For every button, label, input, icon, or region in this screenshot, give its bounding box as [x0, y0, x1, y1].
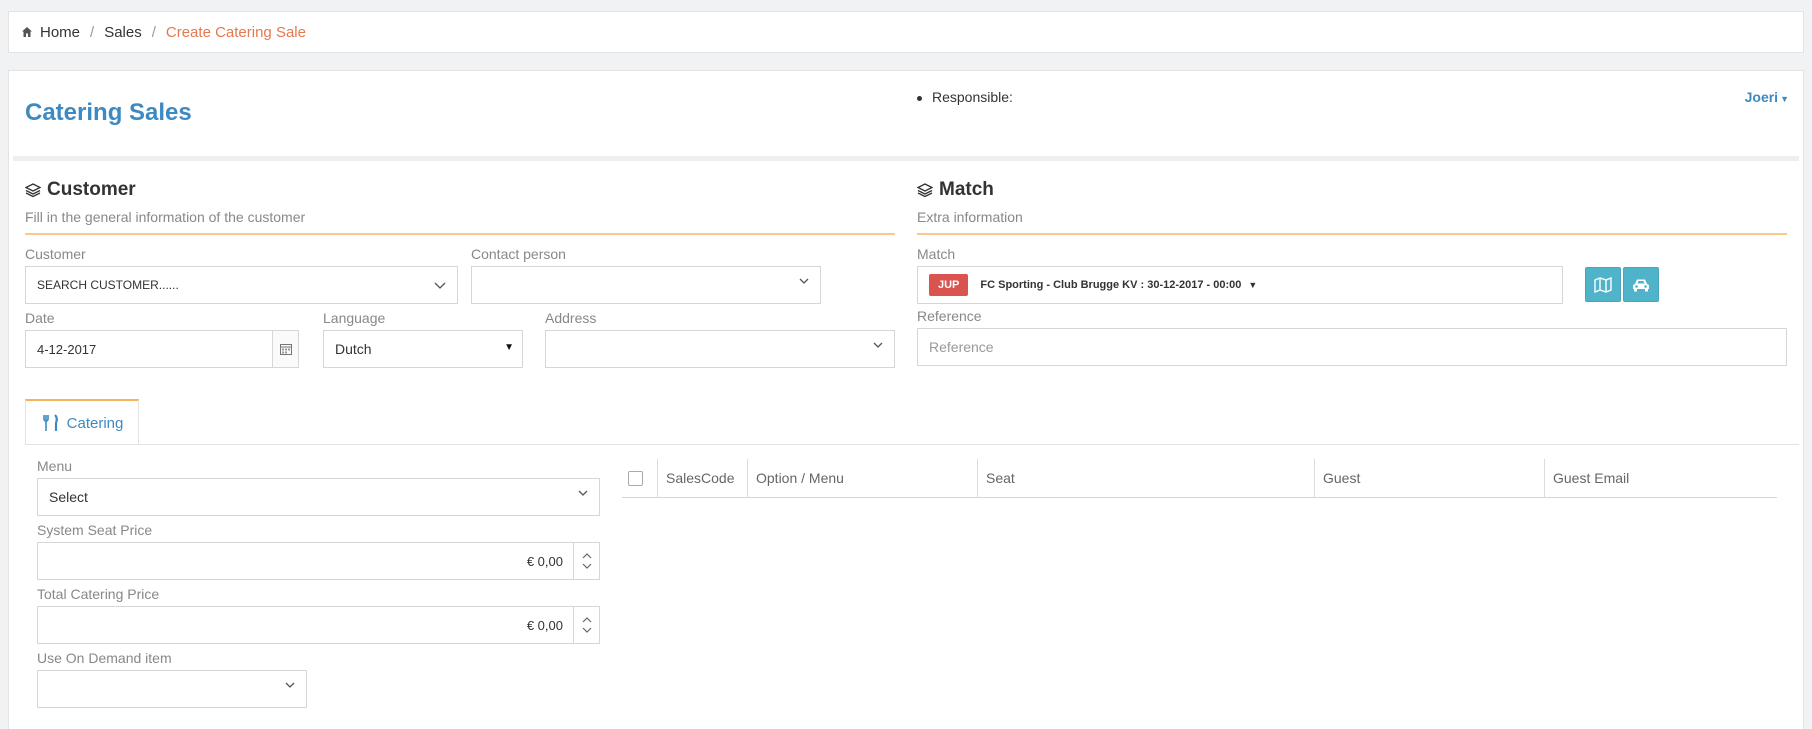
calendar-button[interactable]	[272, 331, 298, 367]
user-name: Joeri	[1744, 89, 1779, 105]
match-select[interactable]: JUP FC Sporting - Club Brugge KV : 30-12…	[917, 266, 1563, 304]
language-value: Dutch	[335, 341, 372, 357]
menu-value: Select	[49, 489, 88, 505]
match-section-subtitle: Extra information	[917, 209, 1023, 225]
chevron-down-icon	[799, 278, 809, 284]
contact-person-select[interactable]	[471, 266, 821, 304]
customer-section-title: Customer	[25, 179, 136, 201]
match-section-title: Match	[917, 179, 994, 201]
match-badge: JUP	[929, 274, 969, 296]
tab-catering-label: Catering	[66, 414, 124, 432]
system-seat-price-input[interactable]: € 0,00	[37, 542, 600, 580]
select-all-checkbox[interactable]	[628, 470, 643, 486]
contact-person-label: Contact person	[471, 246, 566, 262]
on-demand-select[interactable]	[37, 670, 307, 708]
car-icon	[1633, 279, 1649, 291]
tab-divider	[25, 444, 1799, 445]
customer-section-subtitle: Fill in the general information of the c…	[25, 209, 306, 225]
breadcrumb-separator: /	[90, 23, 95, 41]
sales-table-header: SalesCode Option / Menu Seat Guest Guest…	[622, 459, 1777, 498]
address-select[interactable]	[545, 330, 895, 368]
layers-icon	[25, 183, 41, 198]
chevron-down-icon	[582, 563, 591, 569]
match-value: FC Sporting - Club Brugge KV : 30-12-201…	[980, 279, 1242, 291]
column-header-seat[interactable]: Seat	[977, 459, 1314, 497]
cutlery-icon	[42, 414, 58, 431]
breadcrumb-separator: /	[151, 23, 156, 41]
layers-icon	[917, 183, 933, 198]
car-button[interactable]	[1623, 267, 1659, 302]
match-label: Match	[917, 246, 956, 262]
bullet-icon	[917, 95, 922, 101]
breadcrumb-sales-link[interactable]: Sales	[104, 24, 142, 41]
system-seat-price-value: € 0,00	[526, 553, 563, 569]
chevron-down-icon	[578, 490, 588, 496]
section-underline	[25, 233, 895, 235]
tab-catering[interactable]: Catering	[25, 399, 139, 445]
caret-down-icon: ▼	[1780, 94, 1789, 104]
reference-label: Reference	[917, 308, 982, 324]
user-menu[interactable]: Joeri ▼	[1745, 89, 1789, 105]
caret-down-icon: ▼	[504, 342, 514, 353]
customer-section-heading: Customer	[47, 179, 136, 200]
language-label: Language	[323, 310, 386, 326]
menu-label: Menu	[37, 458, 73, 474]
chevron-down-icon	[285, 682, 295, 688]
column-header-guest-email[interactable]: Guest Email	[1544, 459, 1777, 497]
divider	[13, 156, 1799, 161]
system-seat-price-label: System Seat Price	[37, 522, 153, 538]
total-catering-price-value: € 0,00	[526, 617, 563, 633]
total-catering-price-input[interactable]: € 0,00	[37, 606, 600, 644]
language-select[interactable]: Dutch ▼	[323, 330, 523, 368]
map-button[interactable]	[1585, 267, 1621, 302]
caret-down-icon: ▼	[1248, 280, 1258, 290]
customer-select-value: SEARCH CUSTOMER......	[37, 278, 179, 292]
breadcrumb: Home / Sales / Create Catering Sale	[8, 11, 1804, 53]
date-value: 4-12-2017	[37, 341, 97, 357]
select-all-cell	[622, 459, 657, 497]
on-demand-label: Use On Demand item	[37, 650, 172, 666]
menu-select[interactable]: Select	[37, 478, 600, 516]
match-section-heading: Match	[939, 179, 994, 200]
home-icon	[22, 27, 32, 37]
total-catering-price-label: Total Catering Price	[37, 586, 160, 602]
chevron-down-icon	[582, 627, 591, 633]
responsible-label: Responsible:	[932, 89, 1013, 105]
breadcrumb-current: Create Catering Sale	[165, 23, 306, 41]
chevron-down-icon	[434, 282, 446, 289]
section-underline	[917, 233, 1787, 235]
reference-placeholder: Reference	[929, 339, 994, 355]
column-header-salescode[interactable]: SalesCode	[657, 459, 747, 497]
map-icon	[1594, 276, 1612, 293]
page-title: Catering Sales	[25, 99, 192, 126]
column-header-option-menu[interactable]: Option / Menu	[747, 459, 977, 497]
number-spinner[interactable]	[573, 543, 599, 579]
main-panel: Catering Sales Responsible: Joeri ▼ Custo…	[8, 70, 1804, 729]
customer-label: Customer	[25, 246, 86, 262]
chevron-up-icon	[582, 617, 591, 623]
address-label: Address	[545, 310, 597, 326]
date-label: Date	[25, 310, 55, 326]
column-header-guest[interactable]: Guest	[1314, 459, 1544, 497]
chevron-down-icon	[873, 342, 883, 348]
date-field[interactable]: 4-12-2017	[25, 330, 299, 368]
reference-input[interactable]: Reference	[917, 328, 1787, 366]
responsible-item: Responsible:	[917, 89, 1013, 105]
customer-select[interactable]: SEARCH CUSTOMER......	[25, 266, 458, 304]
breadcrumb-home-link[interactable]: Home	[40, 24, 80, 41]
chevron-up-icon	[582, 553, 591, 559]
calendar-icon	[279, 344, 292, 355]
number-spinner[interactable]	[573, 607, 599, 643]
